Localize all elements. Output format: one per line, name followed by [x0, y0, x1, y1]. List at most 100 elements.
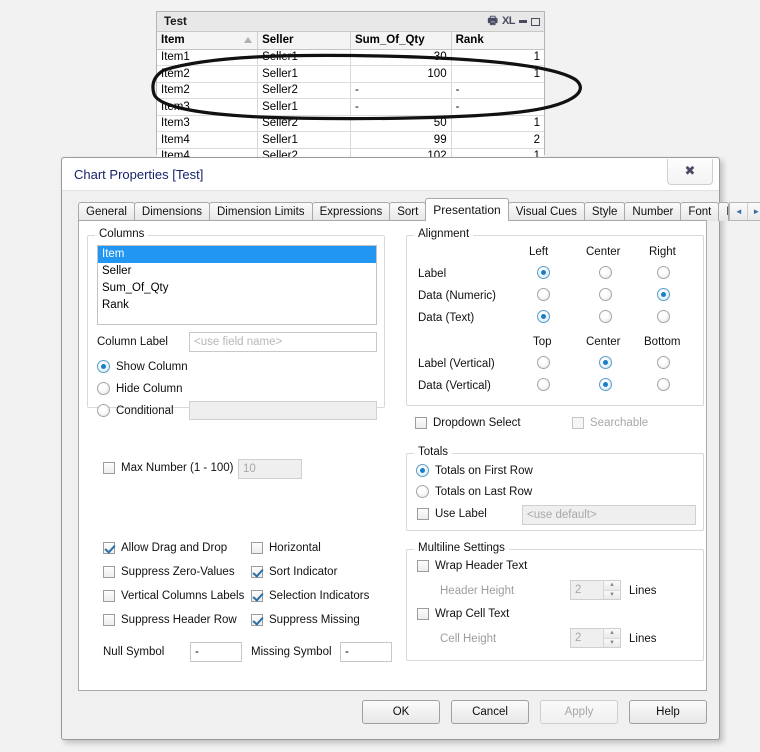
tab-style[interactable]: Style: [583, 202, 626, 221]
wrap-cell-text-checkbox[interactable]: Wrap Cell Text: [417, 608, 509, 620]
valign-label-top-radio[interactable]: [537, 356, 550, 369]
null-symbol-input[interactable]: -: [190, 642, 242, 662]
align-label-right-radio[interactable]: [657, 266, 670, 279]
table-row[interactable]: Item4 Seller1 99 2: [157, 131, 544, 149]
columns-list-item[interactable]: Sum_Of_Qty: [98, 280, 376, 297]
align-text-right-radio[interactable]: [657, 310, 670, 323]
valign-data-center-radio[interactable]: [599, 378, 612, 391]
ok-button[interactable]: OK: [362, 700, 440, 724]
table-cell[interactable]: 50: [350, 115, 452, 132]
cancel-button[interactable]: Cancel: [451, 700, 529, 724]
totals-first-row-radio[interactable]: Totals on First Row: [416, 464, 533, 477]
table-cell[interactable]: Seller1: [257, 49, 351, 66]
align-label-center-radio[interactable]: [599, 266, 612, 279]
suppress-header-row-checkbox[interactable]: Suppress Header Row: [103, 614, 237, 626]
excel-export-icon[interactable]: XL: [502, 16, 516, 27]
table-cell[interactable]: -: [451, 98, 544, 116]
horizontal-checkbox[interactable]: Horizontal: [251, 542, 321, 554]
table-cell[interactable]: -: [350, 82, 452, 99]
table-cell[interactable]: Item3: [157, 98, 259, 116]
align-numeric-left-radio[interactable]: [537, 288, 550, 301]
table-row[interactable]: Item3 Seller2 50 1: [157, 115, 544, 132]
print-icon[interactable]: 🖶: [488, 16, 498, 27]
suppress-zero-values-checkbox[interactable]: Suppress Zero-Values: [103, 566, 235, 578]
table-cell[interactable]: 2: [451, 131, 544, 149]
chevron-down-icon[interactable]: ▼: [604, 637, 620, 647]
hide-column-radio[interactable]: Hide Column: [97, 382, 182, 395]
table-cell[interactable]: 1: [451, 115, 544, 132]
tab-la[interactable]: La: [718, 202, 730, 221]
table-cell[interactable]: Item3: [157, 115, 259, 132]
sort-indicator-checkbox[interactable]: Sort Indicator: [251, 566, 337, 578]
valign-label-center-radio[interactable]: [599, 356, 612, 369]
valign-data-bottom-radio[interactable]: [657, 378, 670, 391]
column-header-rank[interactable]: Rank: [451, 32, 544, 50]
tab-scroll-left-icon[interactable]: ◄: [730, 203, 747, 220]
tab-dimensions[interactable]: Dimensions: [133, 202, 210, 221]
tab-dimension-limits[interactable]: Dimension Limits: [209, 202, 313, 221]
allow-drag-and-drop-checkbox[interactable]: Allow Drag and Drop: [103, 542, 227, 554]
align-label-left-radio[interactable]: [537, 266, 550, 279]
table-cell[interactable]: Seller1: [257, 131, 351, 149]
table-cell[interactable]: -: [451, 82, 544, 99]
table-cell[interactable]: Item2: [157, 65, 259, 83]
chevron-down-icon[interactable]: ▼: [604, 589, 620, 599]
table-cell[interactable]: Item4: [157, 131, 259, 149]
tab-font[interactable]: Font: [680, 202, 720, 221]
tab-sort[interactable]: Sort: [389, 202, 427, 221]
vertical-columns-labels-checkbox[interactable]: Vertical Columns Labels: [103, 590, 244, 602]
table-cell[interactable]: Seller1: [257, 98, 351, 116]
table-row[interactable]: Item2 Seller1 100 1: [157, 65, 544, 83]
max-number-input[interactable]: 10: [238, 459, 302, 479]
table-cell[interactable]: 1: [451, 49, 544, 66]
table-cell[interactable]: Seller2: [257, 82, 351, 99]
align-numeric-right-radio[interactable]: [657, 288, 670, 301]
table-cell[interactable]: 99: [350, 131, 452, 149]
column-header-item[interactable]: Item: [157, 32, 259, 50]
table-cell[interactable]: Seller2: [257, 115, 351, 132]
column-header-sum-of-qty[interactable]: Sum_Of_Qty: [350, 32, 452, 50]
tab-visual-cues[interactable]: Visual Cues: [507, 202, 585, 221]
header-height-stepper[interactable]: 2 ▲ ▼: [570, 580, 621, 600]
wrap-header-text-checkbox[interactable]: Wrap Header Text: [417, 560, 527, 572]
tab-expressions[interactable]: Expressions: [311, 202, 391, 221]
table-row[interactable]: Item1 Seller1 30 1: [157, 49, 544, 66]
selection-indicators-checkbox[interactable]: Selection Indicators: [251, 590, 369, 602]
missing-symbol-input[interactable]: -: [340, 642, 392, 662]
use-label-input[interactable]: <use default>: [522, 505, 696, 525]
dropdown-select-checkbox[interactable]: Dropdown Select: [415, 417, 521, 429]
show-column-radio[interactable]: Show Column: [97, 360, 188, 373]
chevron-up-icon[interactable]: ▲: [604, 581, 620, 590]
columns-listbox[interactable]: Item Seller Sum_Of_Qty Rank: [97, 245, 377, 325]
columns-list-item[interactable]: Item: [98, 246, 376, 263]
max-number-checkbox[interactable]: Max Number (1 - 100): [103, 462, 233, 474]
totals-last-row-radio[interactable]: Totals on Last Row: [416, 485, 532, 498]
table-cell[interactable]: -: [350, 98, 452, 116]
table-row[interactable]: Item3 Seller1- -: [157, 98, 544, 116]
table-cell[interactable]: 30: [350, 49, 452, 66]
valign-data-top-radio[interactable]: [537, 378, 550, 391]
maximize-icon[interactable]: [531, 17, 540, 26]
column-label-input[interactable]: <use field name>: [189, 332, 377, 352]
cell-height-stepper[interactable]: 2 ▲ ▼: [570, 628, 621, 648]
use-label-checkbox[interactable]: Use Label: [417, 508, 487, 520]
tab-general[interactable]: General: [78, 202, 135, 221]
tab-number[interactable]: Number: [624, 202, 682, 221]
table-cell[interactable]: Item2: [157, 82, 259, 99]
tab-presentation[interactable]: Presentation: [425, 198, 509, 221]
table-cell[interactable]: Seller1: [257, 65, 351, 83]
align-text-left-radio[interactable]: [537, 310, 550, 323]
table-cell[interactable]: Item1: [157, 49, 259, 66]
close-icon[interactable]: ✖: [667, 158, 713, 185]
table-row[interactable]: Item2 Seller2- -: [157, 82, 544, 99]
help-button[interactable]: Help: [629, 700, 707, 724]
conditional-expression-input[interactable]: [189, 401, 377, 420]
tab-scroll-right-icon[interactable]: ►: [747, 203, 760, 220]
valign-label-bottom-radio[interactable]: [657, 356, 670, 369]
minimize-icon[interactable]: [519, 19, 527, 23]
suppress-missing-checkbox[interactable]: Suppress Missing: [251, 614, 360, 626]
align-numeric-center-radio[interactable]: [599, 288, 612, 301]
conditional-radio[interactable]: Conditional: [97, 404, 174, 417]
columns-list-item[interactable]: Rank: [98, 297, 376, 314]
align-text-center-radio[interactable]: [599, 310, 612, 323]
